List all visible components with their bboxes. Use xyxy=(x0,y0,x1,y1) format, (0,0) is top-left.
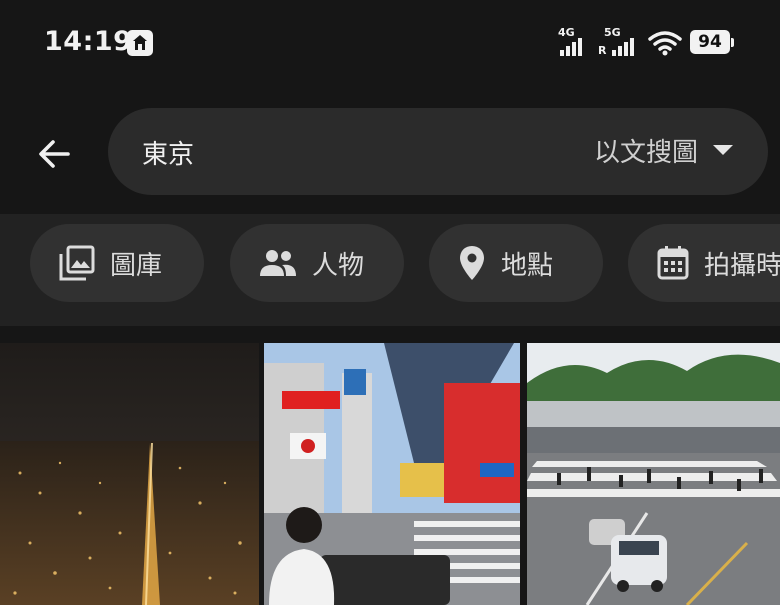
back-arrow-icon xyxy=(39,140,70,168)
chip-places-label: 地點 xyxy=(501,250,554,281)
status-indicators: 4G 5G R 94 xyxy=(558,26,738,60)
chip-library[interactable]: 圖庫 xyxy=(30,224,204,302)
photo-grid xyxy=(0,343,780,605)
status-bar: 14:19 4G 5G R 94 xyxy=(0,0,780,86)
battery-tip xyxy=(731,38,734,47)
chip-places[interactable]: 地點 xyxy=(429,224,603,302)
photo-thumbnail-2[interactable] xyxy=(264,343,520,605)
filter-chip-row: 圖庫 人物 地點 拍攝時間 xyxy=(0,214,780,326)
night-cityscape-image xyxy=(0,343,259,605)
search-query[interactable]: 東京 xyxy=(142,134,194,171)
signal-bars-2-icon xyxy=(612,36,634,56)
photo-thumbnail-1[interactable] xyxy=(0,343,259,605)
city-crossing-image xyxy=(264,343,520,605)
roaming-indicator: R xyxy=(598,44,607,57)
dropdown-arrow-icon xyxy=(713,145,733,155)
search-mode-label: 以文搜圖 xyxy=(593,137,698,168)
location-pin-icon xyxy=(460,246,484,280)
calendar-icon xyxy=(657,246,689,280)
station-crosswalk-image xyxy=(527,343,780,605)
back-button[interactable] xyxy=(26,126,82,182)
battery-indicator: 94 xyxy=(690,30,730,54)
search-mode-dropdown[interactable]: 以文搜圖 xyxy=(594,130,734,170)
chip-people-label: 人物 xyxy=(312,250,365,281)
chip-date-taken-label: 拍攝時間 xyxy=(704,250,780,281)
signal-bars-1-icon xyxy=(560,36,582,56)
search-header: 東京 以文搜圖 xyxy=(0,86,780,214)
chip-date-taken[interactable]: 拍攝時間 xyxy=(628,224,780,302)
status-time: 14:19 xyxy=(44,26,133,57)
photo-library-icon xyxy=(59,245,95,281)
chip-library-label: 圖庫 xyxy=(110,250,163,281)
wifi-icon xyxy=(648,30,682,60)
people-icon xyxy=(260,250,296,276)
search-field[interactable]: 東京 以文搜圖 xyxy=(108,108,768,195)
notification-app-icon xyxy=(127,30,153,56)
photo-thumbnail-3[interactable] xyxy=(527,343,780,605)
chip-people[interactable]: 人物 xyxy=(230,224,404,302)
